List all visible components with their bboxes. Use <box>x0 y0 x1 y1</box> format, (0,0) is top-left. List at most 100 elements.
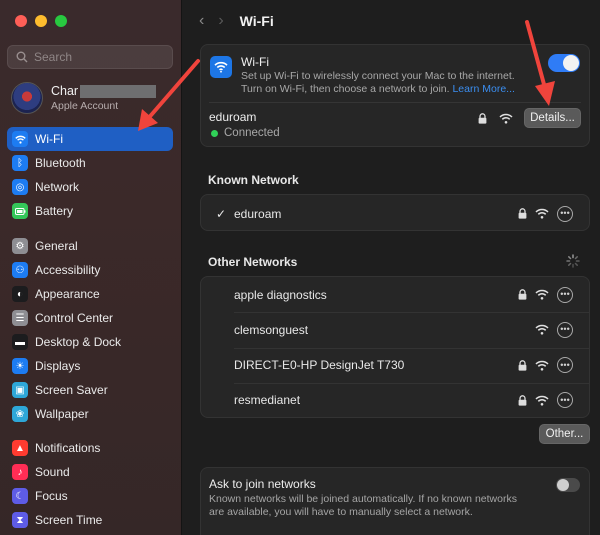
sidebar-group: Wi-Fi ᛒ Bluetooth ◎ Network Battery <box>7 127 173 223</box>
wifi-title: Wi-Fi <box>241 55 269 69</box>
sidebar-item-screen-time[interactable]: ⧗ Screen Time <box>7 508 173 532</box>
close-window-button[interactable] <box>15 15 27 27</box>
other-networks-card: apple diagnostics ••• clemsonguest ••• DIREC… <box>200 276 590 418</box>
known-network-row[interactable]: ✓ eduroam ••• <box>201 196 589 231</box>
back-chevron-icon[interactable]: ‹ <box>199 12 204 30</box>
more-options-icon[interactable]: ••• <box>557 392 573 409</box>
sidebar-item-label: Wi-Fi <box>35 132 63 146</box>
sidebar-item-label: General <box>35 239 78 253</box>
lock-icon <box>518 208 527 219</box>
wifi-signal-icon <box>535 360 549 371</box>
wifi-signal-icon <box>535 208 549 219</box>
sidebar-item-label: Screen Saver <box>35 383 108 397</box>
known-network-heading: Known Network <box>208 173 299 187</box>
details-button[interactable]: Details... <box>524 108 581 128</box>
account-subtitle: Apple Account <box>51 100 119 112</box>
sidebar-item-label: Bluetooth <box>35 156 86 170</box>
wifi-description: Set up Wi-Fi to wirelessly connect your … <box>241 70 515 95</box>
ask-to-join-title: Ask to join networks <box>209 477 316 491</box>
sidebar-item-desktop-dock[interactable]: ▬ Desktop & Dock <box>7 330 173 354</box>
sidebar-item-control-center[interactable]: ☰ Control Center <box>7 306 173 330</box>
sidebar-item-focus[interactable]: ☾ Focus <box>7 484 173 508</box>
sidebar-item-wallpaper[interactable]: ❀ Wallpaper <box>7 402 173 426</box>
display-icon: ☀ <box>12 358 28 374</box>
more-options-icon[interactable]: ••• <box>557 286 573 303</box>
network-name: DIRECT-E0-HP DesignJet T730 <box>234 358 405 373</box>
lock-icon <box>518 359 527 371</box>
more-options-icon[interactable]: ••• <box>557 205 573 222</box>
accessibility-icon: ⚇ <box>12 262 28 278</box>
sidebar-item-wi-fi[interactable]: Wi-Fi <box>7 127 173 151</box>
sidebar-item-label: Sound <box>35 465 70 479</box>
network-row[interactable]: resmedianet ••• <box>201 383 589 418</box>
network-name: apple diagnostics <box>234 287 327 302</box>
sidebar-item-network[interactable]: ◎ Network <box>7 175 173 199</box>
sidebar-item-label: Displays <box>35 359 81 373</box>
sidebar-item-label: Control Center <box>35 311 114 325</box>
network-name: resmedianet <box>234 393 301 408</box>
ask-to-join-toggle[interactable] <box>556 478 580 492</box>
wifi-app-icon <box>210 56 232 78</box>
search-field[interactable] <box>7 45 173 69</box>
wallpaper-icon: ❀ <box>12 406 28 422</box>
sidebar-item-bluetooth[interactable]: ᛒ Bluetooth <box>7 151 173 175</box>
zoom-window-button[interactable] <box>55 15 67 27</box>
divider <box>209 102 581 103</box>
other-network-button[interactable]: Other... <box>539 424 590 444</box>
wifi-toggle[interactable] <box>548 54 580 72</box>
more-options-icon[interactable]: ••• <box>557 321 573 338</box>
bell-icon: ▲ <box>12 440 28 456</box>
learn-more-link[interactable]: Learn More... <box>452 83 514 95</box>
sidebar-item-label: Focus <box>35 489 68 503</box>
lock-icon <box>478 113 487 124</box>
wifi-signal-icon <box>499 113 513 124</box>
account-name: Char <box>51 84 79 98</box>
sidebar-item-battery[interactable]: Battery <box>7 199 173 223</box>
status-dot <box>211 129 218 137</box>
sidebar-item-appearance[interactable]: ◐ Appearance <box>7 282 173 306</box>
sidebar-item-label: Battery <box>35 204 74 218</box>
other-networks-heading: Other Networks <box>208 255 298 269</box>
known-network-card: ✓ eduroam ••• <box>200 194 590 231</box>
minimize-window-button[interactable] <box>35 15 47 27</box>
search-input[interactable] <box>34 50 164 64</box>
ask-to-join-description: Known networks will be joined automatica… <box>209 493 517 518</box>
wifi-signal-icon <box>535 325 549 335</box>
avatar <box>11 82 43 114</box>
search-icon <box>16 51 28 63</box>
sidebar-item-screen-saver[interactable]: ▣ Screen Saver <box>7 378 173 402</box>
appearance-icon: ◐ <box>12 286 28 302</box>
moon-icon: ☾ <box>12 488 28 504</box>
gear-icon: ⚙ <box>12 238 28 254</box>
sidebar-item-sound[interactable]: ♪ Sound <box>7 460 173 484</box>
wifi-signal-icon <box>535 395 549 406</box>
sidebar-item-label: Network <box>35 180 80 194</box>
apple-account[interactable]: Char Apple Account <box>11 82 157 114</box>
battery-icon <box>12 203 28 219</box>
lock-icon <box>518 395 527 406</box>
speaker-icon: ♪ <box>12 464 28 480</box>
lock-icon <box>518 289 527 300</box>
sidebar-item-general[interactable]: ⚙ General <box>7 234 173 258</box>
more-options-icon[interactable]: ••• <box>557 357 573 374</box>
network-name: clemsonguest <box>234 322 309 337</box>
connection-status: Connected <box>211 127 280 139</box>
redacted-block <box>80 84 157 98</box>
network-row[interactable]: DIRECT-E0-HP DesignJet T730 ••• <box>201 348 589 383</box>
screen-saver-icon: ▣ <box>12 382 28 398</box>
sidebar-item-displays[interactable]: ☀ Displays <box>7 354 173 378</box>
network-row[interactable]: clemsonguest ••• <box>201 312 589 347</box>
forward-chevron-icon[interactable]: › <box>218 12 223 30</box>
hourglass-icon: ⧗ <box>12 512 28 528</box>
sidebar-item-label: Screen Time <box>35 513 103 527</box>
sidebar-item-label: Accessibility <box>35 263 101 277</box>
sidebar-item-label: Desktop & Dock <box>35 335 122 349</box>
globe-icon: ◎ <box>12 179 28 195</box>
sidebar-item-notifications[interactable]: ▲ Notifications <box>7 436 173 460</box>
network-row[interactable]: apple diagnostics ••• <box>201 277 589 312</box>
sidebar-group: ⚙ General ⚇ Accessibility ◐ Appearance ☰ Contro… <box>7 234 173 426</box>
wifi-icon <box>12 131 28 147</box>
sidebar-item-accessibility[interactable]: ⚇ Accessibility <box>7 258 173 282</box>
sidebar-item-label: Notifications <box>35 441 101 455</box>
sidebar-item-label: Appearance <box>35 287 100 301</box>
